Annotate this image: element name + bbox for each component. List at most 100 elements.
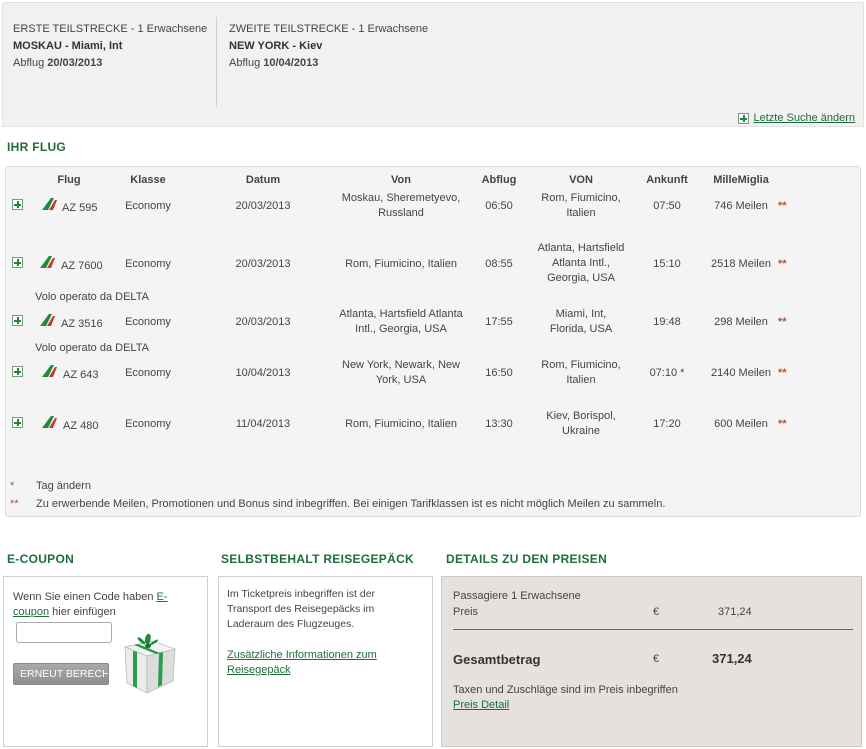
price-divider: [453, 629, 853, 630]
footnote-mark: *: [10, 480, 15, 492]
alitalia-logo-icon: [40, 314, 55, 326]
luggage-text: Im Ticketpreis inbegriffen ist der Trans…: [227, 588, 376, 630]
luggage-info-link[interactable]: Zusätzliche Informationen zum Reisegepäc…: [227, 648, 417, 678]
flight-miles: 746 Meilen: [714, 200, 768, 212]
segment-2-route: NEW YORK - Kiev: [229, 40, 323, 52]
flight-number: AZ 7600: [61, 260, 103, 272]
flight-miles: 298 Meilen: [714, 316, 768, 328]
alitalia-logo-icon: [42, 416, 57, 428]
col-header-millemiglia: MilleMiglia: [713, 174, 769, 186]
flight-arrival: 07:10 *: [649, 367, 685, 379]
flight-arrival: 07:50: [653, 200, 681, 212]
price-currency: €: [653, 606, 660, 618]
col-header-date: Datum: [245, 174, 281, 186]
miles-footnote-mark: **: [778, 418, 787, 430]
segment-1-departure-prefix: Abflug: [13, 57, 45, 69]
flight-departure: 13:30: [485, 418, 513, 430]
col-header-class: Klasse: [130, 174, 166, 186]
plus-icon: [738, 112, 750, 124]
ecoupon-text-after: hier einfügen: [49, 606, 116, 618]
price-value: 371,24: [718, 606, 752, 618]
flight-departure: 06:50: [485, 200, 513, 212]
expand-row-icon[interactable]: [12, 366, 23, 377]
flight-miles: 2518 Meilen: [711, 258, 771, 270]
flight-from: Rom, Fiumicino, Italien: [345, 258, 457, 270]
price-label: Preis: [453, 606, 479, 618]
flight-number: AZ 643: [63, 369, 99, 381]
operated-by-note: Volo operato da DELTA: [35, 291, 149, 303]
passengers-label: Passagiere 1 Erwachsene: [453, 590, 581, 602]
tax-note: Taxen und Zuschläge sind im Preis inbegr…: [453, 684, 678, 696]
luggage-box: Im Ticketpreis inbegriffen ist der Trans…: [218, 576, 433, 747]
ecoupon-instructions: Wenn Sie einen Code haben E-coupon hier …: [13, 590, 173, 620]
ecoupon-box: Wenn Sie einen Code haben E-coupon hier …: [3, 576, 208, 747]
alitalia-logo-icon: [40, 256, 55, 268]
flight-number: AZ 480: [63, 420, 99, 432]
segment-2-date: 10/04/2013: [263, 57, 319, 69]
price-detail-link[interactable]: Preis Detail: [453, 699, 509, 711]
flight-class: Economy: [125, 258, 171, 270]
flight-to: Rom, Fiumicino, Italien: [541, 192, 621, 219]
flight-to: Kiev, Borispol, Ukraine: [546, 410, 616, 437]
col-header-arrival: Ankunft: [646, 174, 688, 186]
total-currency: €: [653, 653, 660, 665]
flight-to: Rom, Fiumicino, Italien: [541, 359, 621, 386]
footnote-miles: ** Zu erwerbende Meilen, Promotionen und…: [10, 498, 665, 510]
recalculate-button[interactable]: ERNEUT BERECHNEN: [13, 663, 109, 685]
flight-date: 11/04/2013: [235, 418, 291, 430]
change-search-label: Letzte Suche ändern: [753, 112, 855, 124]
flight-date: 20/03/2013: [235, 200, 291, 212]
flight-from: Rom, Fiumicino, Italien: [345, 418, 457, 430]
flight-class: Economy: [125, 316, 171, 328]
segment-1-date: 20/03/2013: [47, 57, 103, 69]
luggage-title: SELBSTBEHALT REISEGEPÄCK: [221, 552, 414, 566]
expand-row-icon[interactable]: [12, 199, 23, 210]
change-search-link[interactable]: Letzte Suche ändern: [738, 112, 855, 124]
flight-class: Economy: [125, 418, 171, 430]
segment-2-departure-prefix: Abflug: [229, 57, 261, 69]
expand-row-icon[interactable]: [12, 315, 23, 326]
footnote-text: Tag ändern: [36, 480, 92, 492]
flight-class: Economy: [125, 200, 171, 212]
flight-departure: 16:50: [485, 367, 513, 379]
search-summary-panel: ERSTE TEILSTRECKE - 1 Erwachsene MOSKAU …: [2, 2, 864, 127]
flight-arrival: 19:48: [653, 316, 681, 328]
operated-by-note: Volo operato da DELTA: [35, 342, 149, 354]
flight-from: Atlanta, Hartsfield Atlanta Intl., Georg…: [339, 308, 463, 335]
segment-2-label: ZWEITE TEILSTRECKE - 1 Erwachsene: [229, 23, 429, 35]
flight-departure: 08:55: [485, 258, 513, 270]
ecoupon-title: E-COUPON: [7, 552, 75, 566]
flight-number: AZ 595: [62, 202, 98, 214]
flight-from: New York, Newark, New York, USA: [342, 359, 460, 386]
flight-table: Flug Klasse Datum Von Abflug VON Ankunft…: [5, 166, 861, 517]
flight-date: 20/03/2013: [235, 258, 291, 270]
alitalia-logo-icon: [42, 365, 57, 377]
col-header-from: Von: [391, 174, 411, 186]
flight-number: AZ 3516: [61, 318, 103, 330]
flight-date: 20/03/2013: [235, 316, 291, 328]
flight-date: 10/04/2013: [235, 367, 291, 379]
col-header-to: VON: [569, 174, 593, 186]
alitalia-logo-icon: [42, 198, 57, 210]
footnote-day-change: * Tag ändern: [10, 480, 91, 492]
flight-miles: 600 Meilen: [714, 418, 768, 430]
flight-arrival: 15:10: [653, 258, 681, 270]
ecoupon-code-input[interactable]: [16, 622, 112, 643]
segment-1-label: ERSTE TEILSTRECKE - 1 Erwachsene: [13, 23, 208, 35]
flight-departure: 17:55: [485, 316, 513, 328]
footnote-mark: **: [10, 498, 19, 510]
flight-to: Miami, Int, Florida, USA: [549, 308, 613, 335]
expand-row-icon[interactable]: [12, 257, 23, 268]
gift-box-icon: [123, 633, 177, 694]
flight-class: Economy: [125, 367, 171, 379]
flight-from: Moskau, Sheremetyevo, Russland: [341, 192, 461, 219]
total-label: Gesamtbetrag: [453, 652, 541, 667]
segment-1: ERSTE TEILSTRECKE - 1 Erwachsene MOSKAU …: [13, 21, 207, 72]
prices-title: DETAILS ZU DEN PREISEN: [446, 552, 608, 566]
miles-footnote-mark: **: [778, 316, 787, 328]
flight-miles: 2140 Meilen: [711, 367, 771, 379]
expand-row-icon[interactable]: [12, 417, 23, 428]
segment-1-route: MOSKAU - Miami, Int: [13, 40, 123, 52]
footnote-text: Zu erwerbende Meilen, Promotionen und Bo…: [36, 498, 666, 510]
price-details-box: Passagiere 1 Erwachsene Preis € 371,24 G…: [441, 576, 862, 747]
